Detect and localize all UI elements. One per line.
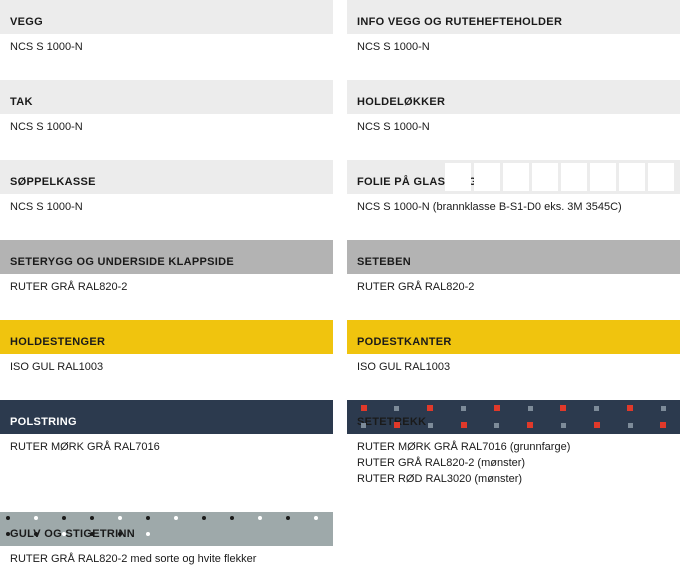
color-swatch: PODESTKANTER bbox=[347, 320, 680, 354]
color-swatch: POLSTRING bbox=[0, 400, 333, 434]
color-swatch: HOLDESTENGER bbox=[0, 320, 333, 354]
color-swatch: SØPPELKASSE bbox=[0, 160, 333, 194]
row-spacer bbox=[347, 136, 680, 160]
row-spacer bbox=[347, 216, 680, 240]
row-spacer bbox=[347, 488, 680, 512]
entry-description: NCS S 1000-N bbox=[347, 34, 680, 56]
entry-description: ISO GUL RAL1003 bbox=[0, 354, 333, 376]
color-swatch: SETERYGG OG UNDERSIDE KLAPPSIDE bbox=[0, 240, 333, 274]
color-swatch: TAK bbox=[0, 80, 333, 114]
color-entry: HOLDESTENGER ISO GUL RAL1003 bbox=[0, 320, 333, 376]
color-entry: HOLDELØKKER NCS S 1000-N bbox=[347, 80, 680, 136]
entry-description: ISO GUL RAL1003 bbox=[347, 354, 680, 376]
row-spacer bbox=[0, 56, 333, 80]
row-spacer bbox=[347, 56, 680, 80]
entry-title: PODESTKANTER bbox=[357, 336, 452, 348]
entry-description: RUTER MØRK GRÅ RAL7016 bbox=[0, 434, 333, 456]
entry-description: NCS S 1000-N bbox=[0, 114, 333, 136]
color-entry: FOLIE PÅ GLASSVEGGNCS S 1000-N (brannkla… bbox=[347, 160, 680, 216]
color-entry: SØPPELKASSE NCS S 1000-N bbox=[0, 160, 333, 216]
row-spacer bbox=[347, 296, 680, 320]
entry-description: RUTER GRÅ RAL820-2 med sorte og hvite fl… bbox=[0, 546, 333, 568]
entry-title: HOLDELØKKER bbox=[357, 96, 445, 108]
color-entry: TAK NCS S 1000-N bbox=[0, 80, 333, 136]
color-entry: SETERYGG OG UNDERSIDE KLAPPSIDE RUTER GRÅ… bbox=[0, 240, 333, 296]
color-entry: GULV OG STIGETRINNRUTER GRÅ RAL820-2 med… bbox=[0, 512, 333, 568]
entry-description: NCS S 1000-N bbox=[0, 34, 333, 56]
row-spacer bbox=[0, 296, 333, 320]
entry-description: NCS S 1000-N bbox=[0, 194, 333, 216]
entry-title: INFO VEGG OG RUTEHEFTEHOLDER bbox=[357, 16, 562, 28]
color-swatch: FOLIE PÅ GLASSVEGG bbox=[347, 160, 680, 194]
color-swatch: HOLDELØKKER bbox=[347, 80, 680, 114]
row-spacer bbox=[347, 376, 680, 400]
row-spacer bbox=[0, 216, 333, 240]
color-swatch: SETEBEN bbox=[347, 240, 680, 274]
entry-title: SETERYGG OG UNDERSIDE KLAPPSIDE bbox=[10, 256, 234, 268]
entry-title: POLSTRING bbox=[10, 416, 77, 428]
color-swatch: GULV OG STIGETRINN bbox=[0, 512, 333, 546]
entry-title: SØPPELKASSE bbox=[10, 176, 96, 188]
color-entry: POLSTRING RUTER MØRK GRÅ RAL7016 bbox=[0, 400, 333, 488]
entry-description: NCS S 1000-N bbox=[347, 114, 680, 136]
entry-title: SETEBEN bbox=[357, 256, 411, 268]
entry-description: RUTER MØRK GRÅ RAL7016 (grunnfarge) RUTE… bbox=[347, 434, 680, 488]
color-spec-grid: VEGGNCS S 1000-NINFO VEGG OG RUTEHEFTEHO… bbox=[0, 0, 680, 567]
color-entry: INFO VEGG OG RUTEHEFTEHOLDER NCS S 1000-N bbox=[347, 0, 680, 56]
color-entry: SETETREKKRUTER MØRK GRÅ RAL7016 (grunnfa… bbox=[347, 400, 680, 488]
row-spacer bbox=[0, 376, 333, 400]
entry-description: RUTER GRÅ RAL820-2 bbox=[0, 274, 333, 296]
entry-title: TAK bbox=[10, 96, 33, 108]
entry-title: HOLDESTENGER bbox=[10, 336, 105, 348]
color-entry: SETEBEN RUTER GRÅ RAL820-2 bbox=[347, 240, 680, 296]
row-spacer bbox=[0, 488, 333, 512]
color-swatch: SETETREKK bbox=[347, 400, 680, 434]
color-entry: PODESTKANTER ISO GUL RAL1003 bbox=[347, 320, 680, 376]
row-spacer bbox=[0, 136, 333, 160]
entry-title: VEGG bbox=[10, 16, 43, 28]
color-swatch: VEGG bbox=[0, 0, 333, 34]
entry-description: RUTER GRÅ RAL820-2 bbox=[347, 274, 680, 296]
color-swatch: INFO VEGG OG RUTEHEFTEHOLDER bbox=[347, 0, 680, 34]
entry-description: NCS S 1000-N (brannklasse B-S1-D0 eks. 3… bbox=[347, 194, 680, 216]
color-entry: VEGG NCS S 1000-N bbox=[0, 0, 333, 56]
